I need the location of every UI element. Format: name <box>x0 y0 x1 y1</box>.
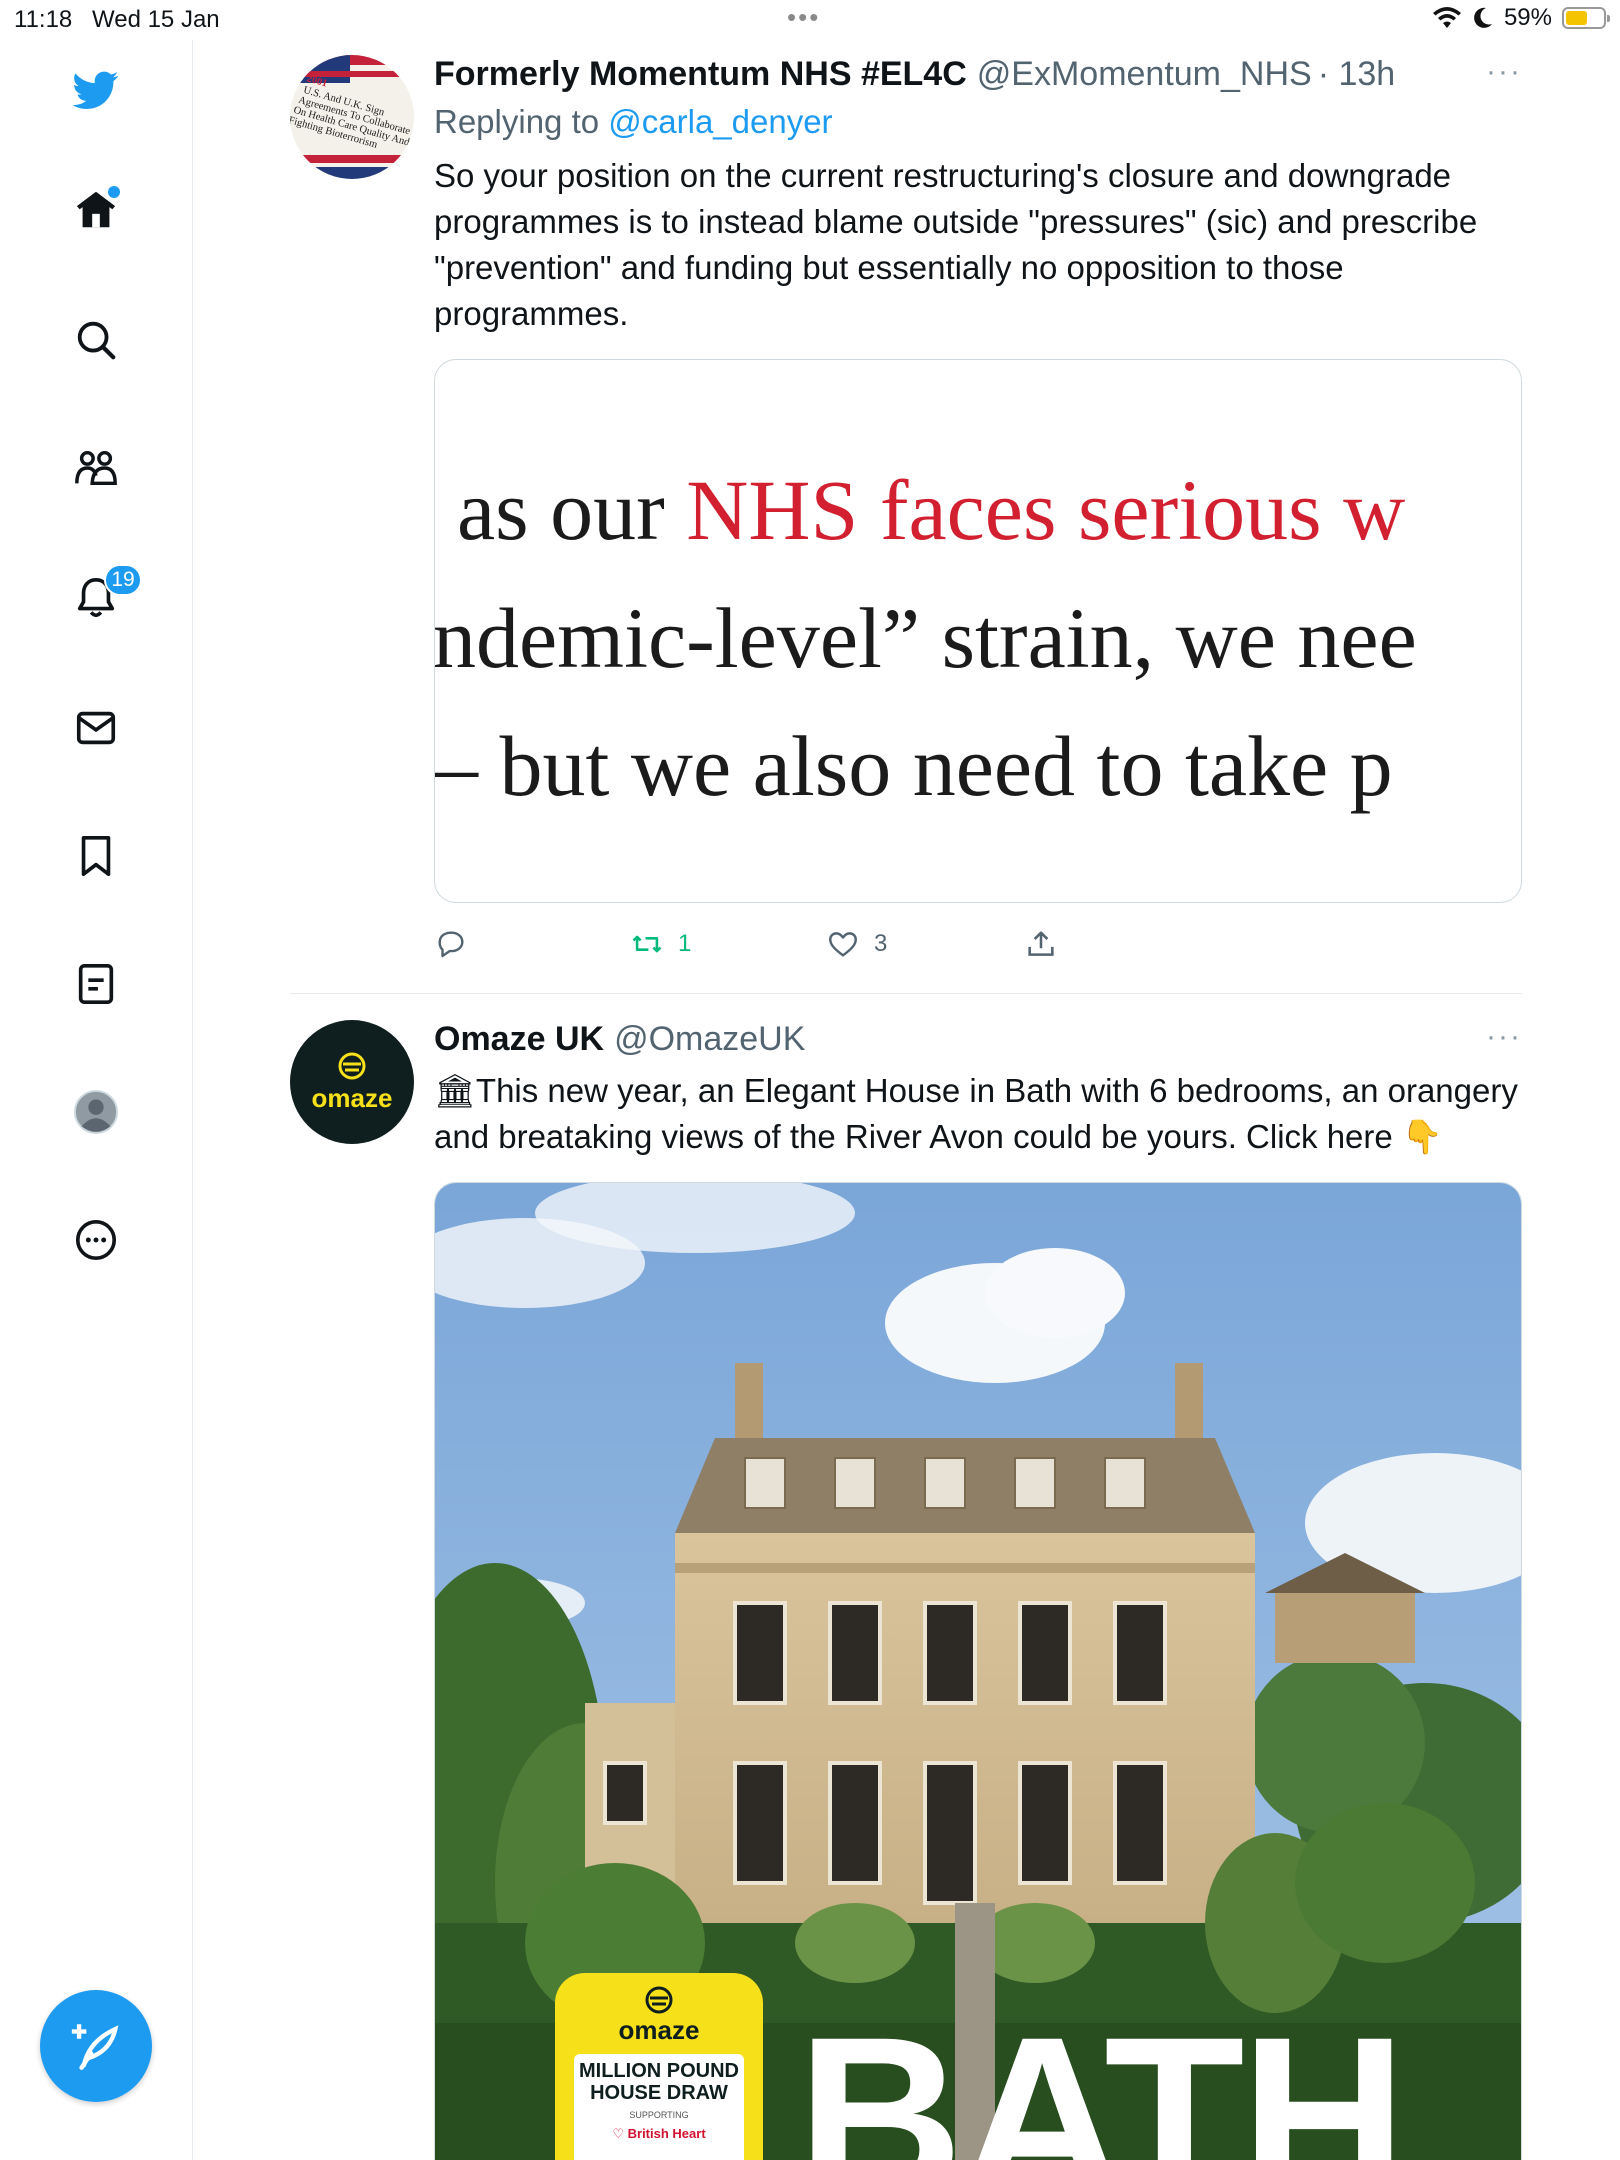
tweet-actions: 1 3 <box>434 927 1522 987</box>
reply-icon <box>438 931 464 958</box>
author-name[interactable]: Omaze UK <box>434 1020 604 1059</box>
communities-icon <box>75 450 117 486</box>
status-indicators: 59% <box>1432 4 1610 32</box>
tweet-more-button[interactable]: ··· <box>1486 55 1522 89</box>
status-bar: 11:18 Wed 15 Jan ••• 59% <box>0 0 1620 40</box>
author-name[interactable]: Formerly Momentum NHS #EL4C <box>434 55 967 94</box>
retweet-count: 1 <box>678 930 692 957</box>
sidebar-item-lists[interactable] <box>68 956 124 1012</box>
retweet-icon <box>632 935 662 953</box>
tweet-more-button[interactable]: ··· <box>1486 1020 1522 1054</box>
tweet-exmomentum[interactable]: 2001 U.S. And U.K. Sign Agreements To Co… <box>290 55 1522 995</box>
tweet-text-content: This new year, an Elegant House in Bath … <box>434 1072 1518 1155</box>
tweet-text: 🏛This new year, an Elegant House in Bath… <box>434 1068 1522 1160</box>
heart-logo-icon: ♡ <box>612 2126 624 2141</box>
avatar-exmomentum[interactable]: 2001 U.S. And U.K. Sign Agreements To Co… <box>290 55 414 179</box>
badge-supporting: SUPPORTING <box>629 2110 689 2120</box>
sidebar-item-home[interactable] <box>68 182 124 238</box>
quote-line-1: as our NHS faces serious w <box>457 460 1405 560</box>
replying-to-label: Replying to <box>434 103 609 140</box>
battery-icon <box>1562 7 1610 29</box>
pointing-down-emoji-icon: 👇 <box>1401 1118 1444 1155</box>
moon-icon <box>1474 7 1492 28</box>
share-button[interactable] <box>1024 927 1058 961</box>
badge-charity-name: British Heart <box>627 2126 706 2141</box>
reply-button[interactable] <box>434 927 468 961</box>
author-handle[interactable]: @OmazeUK <box>614 1020 805 1059</box>
tweet-body: Formerly Momentum NHS #EL4C @ExMomentum_… <box>434 55 1522 987</box>
sidebar-item-messages[interactable] <box>68 700 124 756</box>
wifi-icon <box>1432 7 1461 28</box>
badge-charity: ♡ British Heart <box>578 2126 740 2142</box>
more-icon <box>75 1219 117 1261</box>
image-headline: BATH <box>797 1989 1407 2160</box>
status-date: Wed 15 Jan <box>92 6 220 33</box>
tweet-header: Omaze UK @OmazeUK <box>434 1020 1522 1068</box>
like-count: 3 <box>874 930 888 957</box>
multitasking-dots-icon[interactable]: ••• <box>787 2 820 33</box>
tweet-image-quote[interactable]: as our NHS faces serious w ndemic-level”… <box>434 359 1522 903</box>
classical-building-emoji-icon: 🏛 <box>434 1072 476 1109</box>
sidebar-item-search[interactable] <box>68 312 124 368</box>
home-notification-dot <box>108 186 120 198</box>
avatar-omaze[interactable]: omaze <box>290 1020 414 1144</box>
badge-title: MILLION POUND HOUSE DRAW <box>579 2060 739 2104</box>
notifications-badge: 19 <box>104 564 142 596</box>
search-icon <box>77 321 116 360</box>
tweet-omaze[interactable]: omaze Omaze UK @OmazeUK ··· 🏛This new ye… <box>290 1020 1522 2160</box>
avatar-newspaper-flag-image: 2001 U.S. And U.K. Sign Agreements To Co… <box>290 55 414 179</box>
twitter-logo[interactable] <box>68 62 124 118</box>
battery-percent: 59% <box>1503 4 1552 31</box>
tweet-time[interactable]: · 13h <box>1318 55 1396 94</box>
lists-icon <box>78 963 114 1005</box>
bookmark-icon <box>81 835 111 877</box>
sidebar-item-profile[interactable] <box>68 1084 124 1140</box>
tweet-text: So your position on the current restruct… <box>434 157 1478 332</box>
quote-line-1-red: NHS faces serious w <box>686 462 1406 558</box>
profile-icon <box>73 1089 119 1135</box>
share-icon <box>1028 931 1054 956</box>
retweet-button[interactable]: 1 <box>630 927 691 961</box>
tweet-header: Formerly Momentum NHS #EL4C @ExMomentum_… <box>434 55 1522 103</box>
quote-line-3: – but we also need to take p <box>435 718 1393 814</box>
author-handle[interactable]: @ExMomentum_NHS <box>977 55 1312 94</box>
omaze-avatar-label: omaze <box>311 1082 393 1113</box>
sidebar-item-more[interactable] <box>68 1212 124 1268</box>
badge-panel: MILLION POUND HOUSE DRAW SUPPORTING ♡ Br… <box>574 2054 744 2160</box>
quote-line-1-black: as our <box>457 462 687 558</box>
omaze-logo-icon <box>338 1052 366 1079</box>
mail-icon <box>76 711 116 745</box>
sidebar: 19 <box>0 40 193 2160</box>
compose-feather-icon <box>71 2024 119 2070</box>
tweet-divider <box>290 993 1522 994</box>
like-button[interactable]: 3 <box>826 927 887 961</box>
tweet-body: Omaze UK @OmazeUK ··· 🏛This new year, an… <box>434 1020 1522 2160</box>
heart-icon <box>829 932 857 957</box>
sidebar-item-notifications[interactable]: 19 <box>68 564 142 626</box>
quote-line-2: ndemic-level” strain, we nee <box>434 590 1417 686</box>
sidebar-item-bookmarks[interactable] <box>68 828 124 884</box>
omaze-house-draw-badge: omaze MILLION POUND HOUSE DRAW SUPPORTIN… <box>555 1973 763 2160</box>
sidebar-item-communities[interactable] <box>68 440 124 496</box>
compose-tweet-button[interactable] <box>40 1990 152 2102</box>
badge-brand: omaze <box>618 2015 700 2045</box>
twitter-logo-icon <box>73 71 119 109</box>
replying-to-link[interactable]: @carla_denyer <box>608 103 832 140</box>
tweet-image-house[interactable]: omaze MILLION POUND HOUSE DRAW SUPPORTIN… <box>434 1182 1522 2160</box>
status-time: 11:18 <box>14 6 73 33</box>
replying-to: Replying to @carla_denyer <box>434 103 1522 153</box>
omaze-badge-logo-icon <box>645 1986 673 2014</box>
battery-level <box>1566 11 1588 25</box>
